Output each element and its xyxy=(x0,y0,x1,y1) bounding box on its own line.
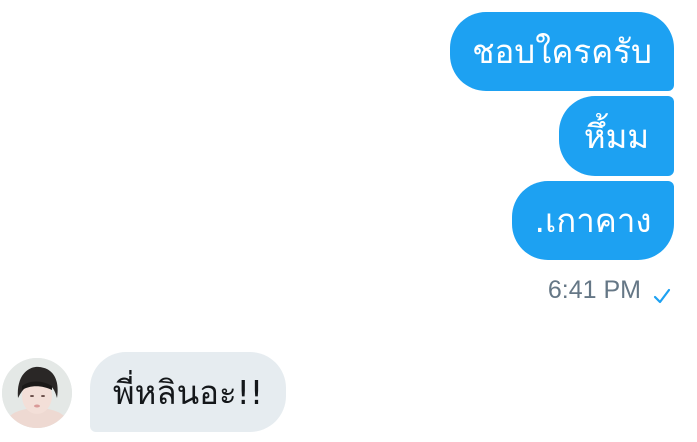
incoming-message-bubble[interactable]: พี่หลินอะ!! xyxy=(90,352,286,432)
message-status: 6:41 PM xyxy=(548,276,671,305)
message-text: หึ้มม xyxy=(583,116,650,156)
message-text: พี่หลินอะ!! xyxy=(112,372,264,412)
checkmark-icon xyxy=(653,282,671,303)
outgoing-message-bubble[interactable]: .เกาคาง xyxy=(512,181,674,260)
outgoing-message-bubble[interactable]: ชอบใครครับ xyxy=(450,12,674,91)
message-text: .เกาคาง xyxy=(534,201,652,240)
message-text: ชอบใครครับ xyxy=(472,32,652,71)
outgoing-message-bubble[interactable]: หึ้มม xyxy=(559,96,674,176)
message-timestamp: 6:41 PM xyxy=(547,276,641,304)
avatar[interactable] xyxy=(2,358,72,428)
